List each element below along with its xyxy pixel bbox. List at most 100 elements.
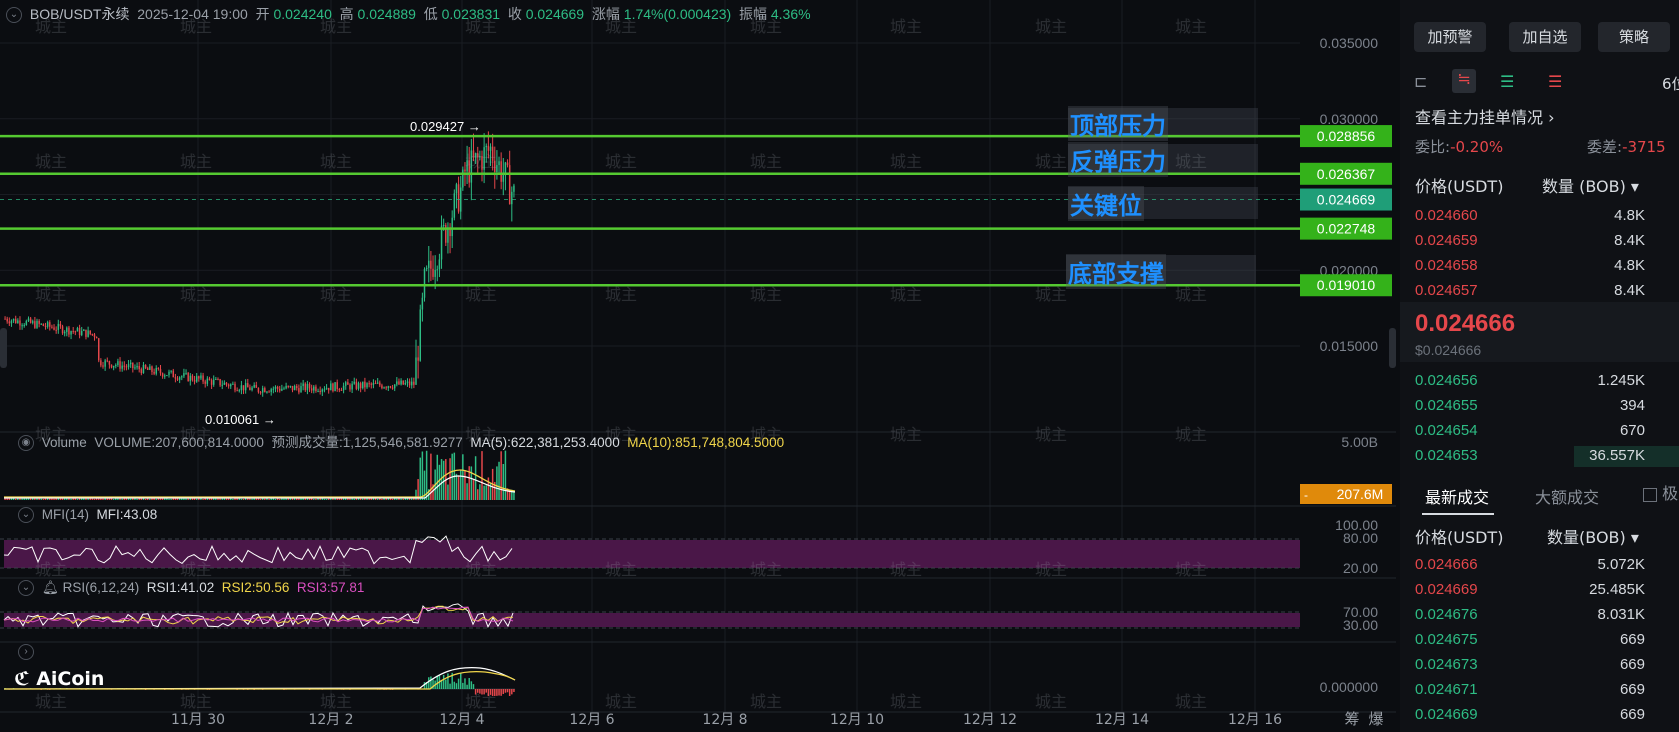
add-alert-button[interactable]: 加预警 xyxy=(1414,22,1486,52)
low-value: 0.023831 xyxy=(441,6,501,22)
candle-body xyxy=(364,381,366,388)
strategy-button[interactable]: 策略 xyxy=(1598,22,1670,52)
trade-row[interactable]: 0.024671 669 xyxy=(1400,678,1679,702)
layout-icon-1[interactable]: ⊏ xyxy=(1414,72,1427,92)
col-qty-header[interactable]: 数量 (BOB) ▾ xyxy=(1542,173,1639,197)
candle-body xyxy=(300,386,302,393)
volume-bar xyxy=(472,479,475,500)
volume-bar xyxy=(76,498,79,500)
candle-body xyxy=(415,357,417,385)
price-cell: 0.024671 xyxy=(1415,681,1478,698)
candle-body xyxy=(283,388,285,390)
eye-icon[interactable]: ◉ xyxy=(18,435,34,452)
volume-bar xyxy=(459,469,462,500)
candle-body xyxy=(396,381,398,385)
layout-icon-4[interactable]: ☰ xyxy=(1548,72,1562,92)
orderbook-view-toggles[interactable]: ⊏ ≒ ☰ ☰ xyxy=(1414,69,1654,94)
add-watchlist-button[interactable]: 加自选 xyxy=(1509,22,1581,52)
trades-col-qty[interactable]: 数量(BOB) ▾ xyxy=(1547,524,1639,548)
volume-bar xyxy=(466,483,468,500)
chevron-right-icon[interactable]: › xyxy=(18,644,34,661)
watermark-text: 城主 xyxy=(605,560,637,579)
tab-latest-trades[interactable]: 最新成交 xyxy=(1425,484,1489,508)
candle-body xyxy=(304,383,307,391)
macd-bar xyxy=(504,689,507,693)
chevron-down-icon[interactable]: ⌄ xyxy=(18,580,34,597)
candle-body xyxy=(383,387,385,389)
bell-icon[interactable]: 🔔︎ xyxy=(42,580,59,595)
volume-bar xyxy=(98,498,100,500)
volume-bar xyxy=(470,466,473,500)
layout-icon-3[interactable]: ☰ xyxy=(1500,72,1514,92)
volume-bar xyxy=(319,498,321,500)
order-book-panel: 加预警 加自选 策略 ⊏ ≒ ☰ ☰ 6位 查看主力挂单情况 › 委比:-0.2… xyxy=(1400,0,1679,732)
candle-body xyxy=(129,362,132,365)
candle-body xyxy=(34,321,36,328)
tab-extreme[interactable]: 极 xyxy=(1643,480,1678,504)
volume-bar xyxy=(283,498,285,500)
qty-cell: 4.8K xyxy=(1614,257,1645,274)
chevron-down-icon[interactable]: ⌄ xyxy=(18,507,34,524)
candle-body xyxy=(330,383,332,391)
trade-row[interactable]: 0.024676 8.031K xyxy=(1400,603,1679,627)
ask-row[interactable]: 0.024657 8.4K xyxy=(1400,279,1679,303)
candle-body xyxy=(132,362,134,369)
candle-body xyxy=(357,383,360,389)
trade-row[interactable]: 0.024669 669 xyxy=(1400,703,1679,727)
candle-body xyxy=(112,365,115,368)
chart-area[interactable]: 0.0350000.0300000.0250000.0200000.015000… xyxy=(0,0,1396,732)
high-value: 0.024889 xyxy=(357,6,416,22)
candle-body xyxy=(68,327,70,335)
candle-body xyxy=(432,268,434,277)
collapse-icon[interactable]: ⌄ xyxy=(6,7,22,24)
layout-icon-2[interactable]: ≒ xyxy=(1452,69,1476,93)
candle-body xyxy=(142,364,145,374)
level-price-tag: 0.022748 xyxy=(1317,221,1376,237)
price-cell: 0.024676 xyxy=(1415,606,1478,623)
volume-bar xyxy=(353,498,355,500)
candle-body xyxy=(274,386,277,389)
candle-body xyxy=(36,320,38,328)
bid-row[interactable]: 0.024653 36.557K xyxy=(1400,444,1679,468)
chart-canvas[interactable]: 0.0350000.0300000.0250000.0200000.015000… xyxy=(0,0,1396,732)
bid-row[interactable]: 0.024656 1.245K xyxy=(1400,369,1679,393)
volume-bar xyxy=(376,498,379,500)
tab-large-trades[interactable]: 大额成交 xyxy=(1535,484,1599,508)
ask-row[interactable]: 0.024658 4.8K xyxy=(1400,254,1679,278)
volume-bar xyxy=(323,498,326,500)
volume-bar xyxy=(112,498,115,500)
volume-bar xyxy=(498,461,500,500)
candle-body xyxy=(438,259,441,270)
macd-bar xyxy=(449,683,451,689)
trade-row[interactable]: 0.024675 669 xyxy=(1400,628,1679,652)
candle-body xyxy=(234,383,236,391)
bid-row[interactable]: 0.024654 670 xyxy=(1400,419,1679,443)
trade-row[interactable]: 0.024673 669 xyxy=(1400,653,1679,677)
volume-bar xyxy=(315,498,317,500)
candle-body xyxy=(462,169,464,188)
trade-row[interactable]: 0.024666 5.072K xyxy=(1400,553,1679,577)
candle-body xyxy=(344,382,347,386)
candle-body xyxy=(85,329,87,337)
candle-body xyxy=(242,385,245,391)
candle-body xyxy=(149,366,151,370)
trade-row[interactable]: 0.024669 25.485K xyxy=(1400,578,1679,602)
candle-body xyxy=(140,369,143,374)
change-value: 1.74%(0.000423) xyxy=(623,6,732,22)
bid-row[interactable]: 0.024655 394 xyxy=(1400,394,1679,418)
rsi-axis-label: 30.00 xyxy=(1343,617,1378,633)
volume-bar xyxy=(187,498,189,500)
volume-ma5-line xyxy=(4,475,516,499)
watermark-text: 城主 xyxy=(1035,692,1067,711)
candle-body xyxy=(255,385,258,388)
volume-bar xyxy=(12,498,15,500)
candle-body xyxy=(55,329,57,331)
watermark-text: 城主 xyxy=(890,285,922,304)
watermark-text: 城主 xyxy=(35,152,67,171)
ask-row[interactable]: 0.024660 4.8K xyxy=(1400,204,1679,228)
depth-selector[interactable]: 6位 xyxy=(1662,73,1679,94)
ask-row[interactable]: 0.024659 8.4K xyxy=(1400,229,1679,253)
candle-body xyxy=(70,331,72,335)
main-orders-link[interactable]: 查看主力挂单情况 › xyxy=(1415,104,1555,128)
volume-bar xyxy=(406,498,409,500)
